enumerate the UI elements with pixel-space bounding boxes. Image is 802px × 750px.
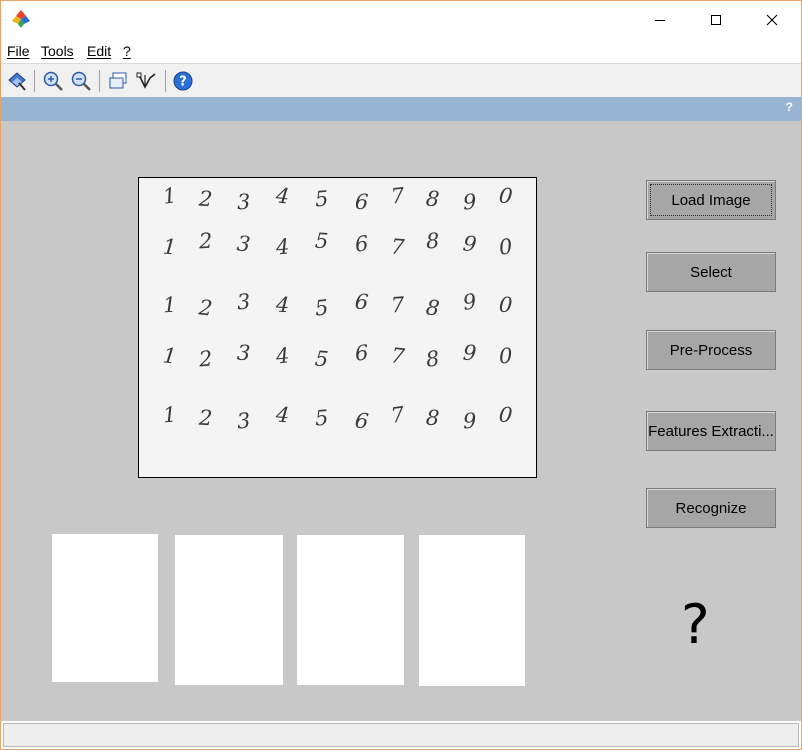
crop-preview-4 bbox=[419, 535, 525, 686]
handwritten-digit: 5 bbox=[314, 405, 330, 431]
minimize-button[interactable] bbox=[637, 1, 683, 39]
handwritten-digit: 9 bbox=[462, 340, 478, 366]
handwritten-digit: 0 bbox=[498, 292, 514, 318]
recognize-button[interactable]: Recognize bbox=[646, 488, 776, 528]
handwritten-digit: 2 bbox=[197, 295, 214, 321]
handwritten-digit: 3 bbox=[236, 340, 251, 366]
menu-edit[interactable]: Edit bbox=[87, 43, 111, 59]
main-panel: 1234567890123456789012345678901234567890… bbox=[1, 121, 801, 721]
handwritten-digit: 2 bbox=[198, 186, 214, 212]
toolbar-separator bbox=[165, 70, 166, 92]
toolbar-separator bbox=[34, 70, 35, 92]
crop-preview-2 bbox=[175, 535, 283, 685]
handwritten-digit: 8 bbox=[424, 186, 441, 212]
zoom-in-icon[interactable] bbox=[41, 69, 65, 93]
handwritten-digit: 5 bbox=[313, 186, 330, 212]
close-button[interactable] bbox=[749, 1, 795, 39]
handwritten-digit: 7 bbox=[389, 234, 406, 260]
toolbar: ? bbox=[1, 64, 801, 97]
handwritten-digit: 1 bbox=[161, 402, 178, 428]
handwritten-digit: 4 bbox=[274, 343, 291, 369]
handwritten-digit: 7 bbox=[389, 402, 406, 428]
menu-bar: File Tools Edit ? bbox=[1, 39, 801, 64]
edit-plot-icon[interactable] bbox=[5, 69, 29, 93]
title-bar bbox=[1, 1, 801, 39]
digit-row: 1234567890 bbox=[139, 340, 536, 383]
app-window: File Tools Edit ? ? ? 123456789012 3 4 5… bbox=[0, 0, 802, 750]
handwritten-digit: 8 bbox=[424, 295, 441, 321]
digit-row: 1234567890 bbox=[139, 289, 536, 330]
menu-help[interactable]: ? bbox=[123, 43, 131, 59]
handwritten-digit: 1 bbox=[162, 292, 177, 318]
data-cursor-icon[interactable] bbox=[135, 69, 159, 93]
minimize-icon bbox=[655, 20, 665, 21]
load-image-button[interactable]: Load Image bbox=[646, 180, 776, 220]
handwritten-digit: 5 bbox=[313, 346, 330, 372]
handwritten-digit: 0 bbox=[497, 183, 514, 209]
handwritten-digit: 6 bbox=[354, 189, 369, 215]
handwritten-digit: 4 bbox=[274, 402, 291, 428]
handwritten-digit: 8 bbox=[424, 346, 441, 372]
handwritten-digit: 3 bbox=[236, 189, 251, 215]
status-bar bbox=[3, 723, 799, 747]
crop-preview-1 bbox=[52, 534, 158, 682]
handwritten-digit: 7 bbox=[389, 183, 406, 209]
handwritten-digit: 5 bbox=[313, 295, 330, 321]
loaded-image-axes[interactable]: 1234567890123456789012345678901234567890… bbox=[138, 177, 537, 478]
help-marker[interactable]: ? bbox=[786, 100, 793, 114]
handwritten-digit: 1 bbox=[161, 343, 178, 369]
recognition-result: ? bbox=[681, 593, 710, 656]
handwritten-digit: 3 bbox=[235, 408, 252, 434]
handwritten-digit: 6 bbox=[354, 340, 370, 366]
handwritten-digit: 8 bbox=[425, 228, 441, 254]
handwritten-digit: 3 bbox=[235, 289, 252, 315]
menu-file[interactable]: File bbox=[7, 43, 30, 59]
handwritten-digit: 1 bbox=[162, 234, 178, 260]
zoom-out-icon[interactable] bbox=[69, 69, 93, 93]
help-icon[interactable]: ? bbox=[171, 69, 195, 93]
features-extraction-button[interactable]: Features Extracti... bbox=[646, 411, 776, 451]
handwritten-digit: 7 bbox=[389, 343, 406, 369]
pre-process-button[interactable]: Pre-Process bbox=[646, 330, 776, 370]
crop-preview-3 bbox=[297, 535, 404, 685]
maximize-button[interactable] bbox=[693, 1, 739, 39]
handwritten-digit: 4 bbox=[275, 292, 290, 318]
handwritten-digit: 9 bbox=[461, 289, 478, 315]
handwritten-digit: 2 bbox=[197, 346, 214, 372]
handwritten-digit: 6 bbox=[353, 408, 370, 434]
info-strip: ? bbox=[1, 97, 801, 121]
handwritten-digit: 9 bbox=[461, 231, 478, 257]
digit-row: 1234567890 bbox=[139, 402, 536, 444]
handwritten-digit: 0 bbox=[497, 234, 514, 260]
handwritten-digit: 8 bbox=[425, 405, 441, 431]
handwritten-digit: 1 bbox=[161, 183, 178, 209]
digit-row: 1234567890 bbox=[139, 183, 536, 226]
handwritten-digit: 2 bbox=[198, 228, 213, 254]
handwritten-digit: 7 bbox=[390, 292, 406, 318]
new-figure-icon[interactable] bbox=[106, 69, 130, 93]
handwritten-digit: 4 bbox=[274, 234, 291, 260]
handwritten-digit: 5 bbox=[314, 228, 329, 254]
close-icon bbox=[766, 14, 778, 26]
handwritten-digit: 9 bbox=[462, 408, 477, 434]
toolbar-separator bbox=[99, 70, 100, 92]
handwritten-digit: 4 bbox=[274, 183, 291, 209]
select-button[interactable]: Select bbox=[646, 252, 776, 292]
svg-text:?: ? bbox=[179, 75, 187, 90]
handwritten-digit: 9 bbox=[462, 189, 478, 215]
handwritten-digit: 6 bbox=[353, 289, 370, 315]
maximize-icon bbox=[711, 15, 721, 25]
handwritten-digit: 3 bbox=[235, 231, 252, 257]
menu-tools[interactable]: Tools bbox=[41, 43, 74, 59]
digit-row: 1234567890 bbox=[139, 228, 536, 270]
handwritten-digit: 0 bbox=[497, 402, 514, 428]
handwritten-digit: 0 bbox=[498, 343, 513, 369]
handwritten-digit: 2 bbox=[198, 405, 213, 431]
matlab-logo-icon bbox=[12, 10, 30, 28]
handwritten-digit: 6 bbox=[353, 231, 370, 257]
